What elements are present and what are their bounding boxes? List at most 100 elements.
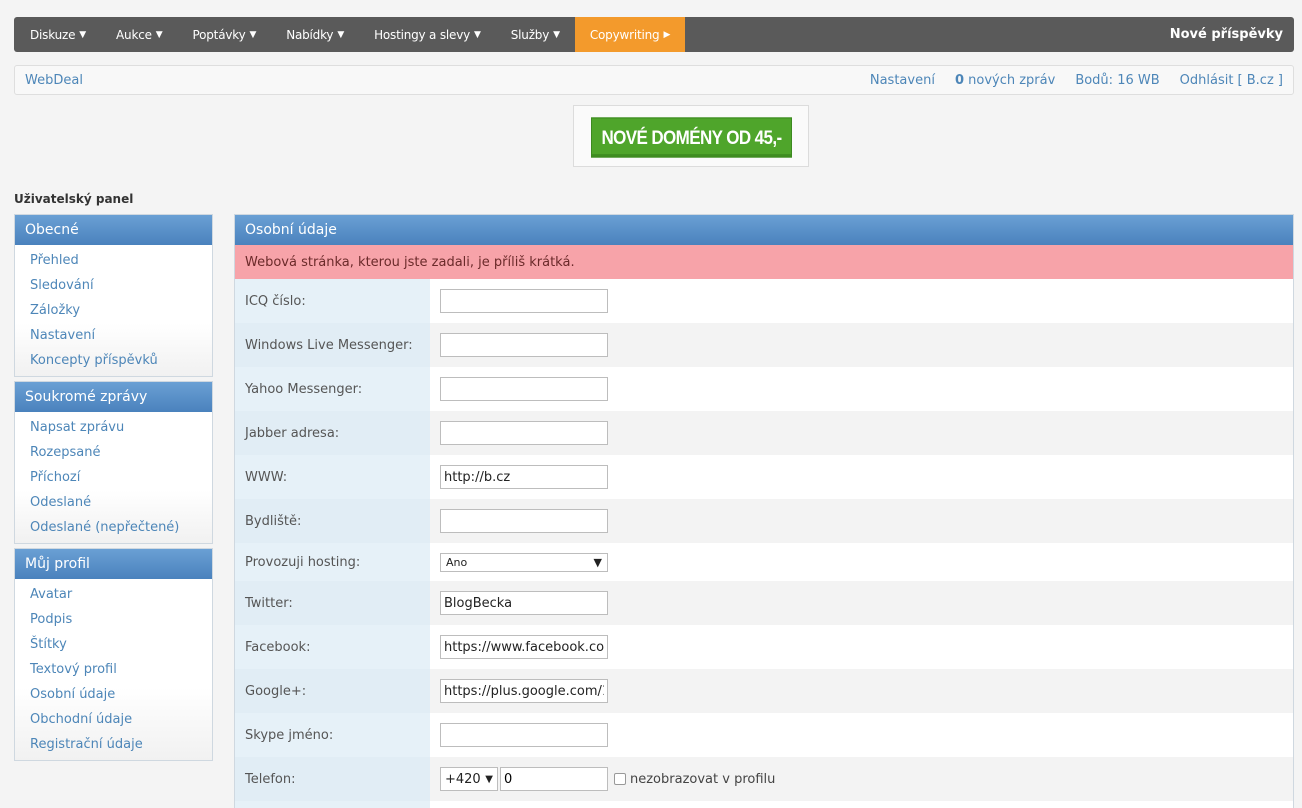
skype-input[interactable]: [440, 723, 608, 747]
nav-item-poptavky[interactable]: Poptávky ▼: [178, 17, 272, 52]
sidebar-item-rozepsane[interactable]: Rozepsané: [15, 440, 212, 465]
error-message: Webová stránka, kterou jste zadali, je p…: [235, 245, 1293, 279]
sidebar-item-prichozi[interactable]: Příchozí: [15, 465, 212, 490]
form-row-hosting: Provozuji hosting: Ano ▼: [235, 543, 1293, 581]
sidebar-messages: Soukromé zprávy Napsat zprávu Rozepsané …: [14, 381, 213, 544]
messages-label: nových zpráv: [968, 72, 1056, 88]
sidebar-item-osobni-udaje[interactable]: Osobní údaje: [15, 682, 212, 707]
phone-prefix-value: +420: [445, 771, 481, 787]
sidebar-item-prehled[interactable]: Přehled: [15, 248, 212, 273]
form-row-jabber: Jabber adresa:: [235, 411, 1293, 455]
caret-down-icon: ▼: [79, 29, 87, 40]
caret-down-icon: ▼: [249, 29, 257, 40]
sidebar-item-sledovani[interactable]: Sledování: [15, 273, 212, 298]
field-label: ICQ číslo:: [235, 279, 430, 323]
field-label: Twitter:: [235, 581, 430, 625]
nav-item-sluzby[interactable]: Služby ▼: [496, 17, 575, 52]
sidebar-item-textovy-profil[interactable]: Textový profil: [15, 657, 212, 682]
form-rows: ICQ číslo: Windows Live Messenger: Yahoo…: [235, 279, 1293, 808]
nav-item-aukce[interactable]: Aukce ▼: [101, 17, 177, 52]
field-label: Google+:: [235, 669, 430, 713]
field-label: Skype jméno:: [235, 713, 430, 757]
hide-phone-checkbox[interactable]: [614, 773, 626, 785]
msn-input[interactable]: [440, 333, 608, 357]
dropdown-arrow-icon: ▼: [485, 773, 493, 785]
sidebar-item-avatar[interactable]: Avatar: [15, 582, 212, 607]
form-row-yahoo: Yahoo Messenger:: [235, 367, 1293, 411]
form-row-googleplus: Google+:: [235, 669, 1293, 713]
sidebar-item-zalozky[interactable]: Záložky: [15, 298, 212, 323]
sidebar-item-obchodni-udaje[interactable]: Obchodní údaje: [15, 707, 212, 732]
jabber-input[interactable]: [440, 421, 608, 445]
phone-prefix-select[interactable]: +420 ▼: [440, 767, 498, 791]
nav-item-nabidky[interactable]: Nabídky ▼: [271, 17, 359, 52]
form-row-twitter: Twitter:: [235, 581, 1293, 625]
caret-down-icon: ▼: [553, 29, 560, 40]
sidebar-item-napsat[interactable]: Napsat zprávu: [15, 415, 212, 440]
form-row-www: WWW:: [235, 455, 1293, 499]
top-nav: Diskuze ▼ Aukce ▼ Poptávky ▼ Nabídky ▼ Hosti…: [14, 17, 1294, 52]
field-label: [235, 801, 430, 808]
messages-count: 0: [954, 72, 964, 88]
twitter-input[interactable]: [440, 591, 608, 615]
sidebar-profile-title: Můj profil: [15, 549, 212, 579]
form-row-facebook: Facebook:: [235, 625, 1293, 669]
brand-link[interactable]: WebDeal: [25, 73, 83, 88]
nav-item-diskuze[interactable]: Diskuze ▼: [14, 17, 101, 52]
field-label: WWW:: [235, 455, 430, 499]
form-row-telefon: Telefon: +420 ▼ nezobrazovat v profilu: [235, 757, 1293, 801]
sidebar-general: Obecné Přehled Sledování Záložky Nastave…: [14, 214, 213, 377]
panel-title: Uživatelský panel: [14, 192, 134, 206]
field-label: Facebook:: [235, 625, 430, 669]
nav-label: Copywriting: [589, 27, 660, 42]
phone-input[interactable]: [500, 767, 608, 791]
sidebar-item-nastaveni[interactable]: Nastavení: [15, 323, 212, 348]
icq-input[interactable]: [440, 289, 608, 313]
logout-link[interactable]: Odhlásit [ B.cz ]: [1180, 73, 1283, 88]
form-row-bydliste: Bydliště:: [235, 499, 1293, 543]
sidebar-item-odeslane[interactable]: Odeslané: [15, 490, 212, 515]
nav-label: Služby: [510, 27, 550, 42]
sidebar-item-koncepty[interactable]: Koncepty příspěvků: [15, 348, 212, 373]
sidebar-general-title: Obecné: [15, 215, 212, 245]
yahoo-input[interactable]: [440, 377, 608, 401]
domains-banner-button[interactable]: NOVÉ DOMÉNY OD 45,-: [591, 117, 792, 158]
caret-right-icon: ▶: [663, 29, 671, 40]
nav-item-hostingy[interactable]: Hostingy a slevy ▼: [359, 17, 496, 52]
form-row-msn: Windows Live Messenger:: [235, 323, 1293, 367]
settings-link[interactable]: Nastavení: [870, 73, 935, 88]
messages-link[interactable]: 0 nových zpráv: [955, 73, 1055, 88]
dropdown-arrow-icon: ▼: [593, 555, 602, 569]
form-row-empty: [235, 801, 1293, 808]
field-label: Bydliště:: [235, 499, 430, 543]
form-row-icq: ICQ číslo:: [235, 279, 1293, 323]
sidebar-item-podpis[interactable]: Podpis: [15, 607, 212, 632]
hosting-select[interactable]: Ano ▼: [440, 552, 608, 572]
nav-label: Nabídky: [286, 27, 334, 42]
panel-heading: Osobní údaje: [235, 215, 1293, 245]
sidebar-item-odeslane-neprectene[interactable]: Odeslané (nepřečtené): [15, 515, 212, 540]
sidebar-item-stitky[interactable]: Štítky: [15, 632, 212, 657]
hosting-select-value: Ano: [446, 555, 468, 569]
googleplus-input[interactable]: [440, 679, 608, 703]
personal-info-panel: Osobní údaje Webová stránka, kterou jste…: [234, 214, 1294, 808]
field-label: Windows Live Messenger:: [235, 323, 430, 367]
new-posts-link[interactable]: Nové příspěvky: [1170, 17, 1294, 52]
form-row-skype: Skype jméno:: [235, 713, 1293, 757]
nav-label: Aukce: [116, 27, 152, 42]
caret-down-icon: ▼: [337, 29, 345, 40]
field-label: Telefon:: [235, 757, 430, 801]
caret-down-icon: ▼: [155, 29, 163, 40]
user-bar: WebDeal Nastavení 0 nových zpráv Bodů: 1…: [14, 65, 1294, 95]
field-label: Jabber adresa:: [235, 411, 430, 455]
field-label: Provozuji hosting:: [235, 543, 430, 581]
points-link[interactable]: Bodů: 16 WB: [1075, 73, 1159, 88]
nav-item-copywriting[interactable]: Copywriting ▶: [574, 17, 686, 52]
facebook-input[interactable]: [440, 635, 608, 659]
nav-label: Hostingy a slevy: [374, 27, 470, 42]
hide-phone-label: nezobrazovat v profilu: [630, 771, 776, 787]
sidebar-item-registracni-udaje[interactable]: Registrační údaje: [15, 732, 212, 757]
sidebar-messages-title: Soukromé zprávy: [15, 382, 212, 412]
location-input[interactable]: [440, 509, 608, 533]
www-input[interactable]: [440, 465, 608, 489]
